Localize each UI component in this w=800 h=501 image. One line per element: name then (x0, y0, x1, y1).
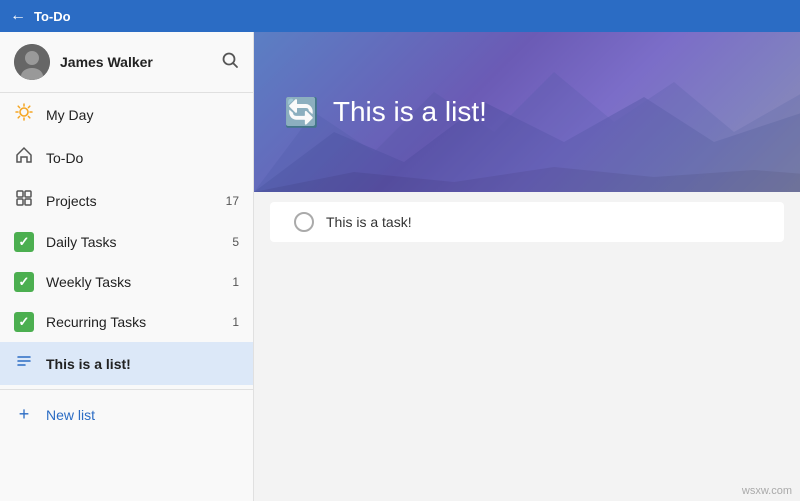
sidebar-item-projects-badge: 17 (226, 194, 239, 208)
sidebar-item-recurring-tasks-label: Recurring Tasks (46, 314, 220, 330)
user-name: James Walker (60, 54, 211, 70)
search-icon[interactable] (221, 51, 239, 74)
list-icon (14, 352, 34, 375)
sidebar-item-to-do[interactable]: To-Do (0, 136, 253, 179)
sidebar: James Walker (0, 32, 254, 501)
content-area: 🔄 This is a list! This is a task! (254, 32, 800, 501)
sidebar-item-projects[interactable]: Projects 17 (0, 179, 253, 222)
title-bar: ← To-Do (0, 0, 800, 32)
home-icon (14, 146, 34, 169)
grid-icon (14, 189, 34, 212)
daily-tasks-check-icon (14, 232, 34, 252)
sidebar-item-my-day[interactable]: My Day (0, 93, 253, 136)
weekly-tasks-check-icon (14, 272, 34, 292)
watermark: wsxw.com (742, 485, 792, 497)
app-title: To-Do (34, 9, 71, 24)
sidebar-item-daily-tasks-label: Daily Tasks (46, 234, 220, 250)
sidebar-item-weekly-tasks-label: Weekly Tasks (46, 274, 220, 290)
sidebar-item-recurring-tasks-badge: 1 (232, 315, 239, 329)
sun-icon (14, 103, 34, 126)
sidebar-item-weekly-tasks-badge: 1 (232, 275, 239, 289)
plus-icon: + (14, 404, 34, 425)
task-complete-circle[interactable] (294, 212, 314, 232)
new-list-label: New list (46, 407, 95, 423)
sidebar-item-my-day-label: My Day (46, 107, 239, 123)
task-text: This is a task! (326, 214, 412, 230)
list-header-emoji: 🔄 (284, 96, 319, 129)
user-row[interactable]: James Walker (0, 32, 253, 93)
content-header: 🔄 This is a list! (254, 32, 800, 192)
sidebar-item-this-is-a-list[interactable]: This is a list! (0, 342, 253, 385)
sidebar-item-daily-tasks-badge: 5 (232, 235, 239, 249)
sidebar-item-to-do-label: To-Do (46, 150, 239, 166)
content-header-title: This is a list! (333, 96, 487, 128)
tasks-area: This is a task! (254, 192, 800, 501)
recurring-tasks-check-icon (14, 312, 34, 332)
sidebar-item-recurring-tasks[interactable]: Recurring Tasks 1 (0, 302, 253, 342)
sidebar-item-this-is-a-list-label: This is a list! (46, 356, 239, 372)
main-layout: James Walker (0, 32, 800, 501)
avatar (14, 44, 50, 80)
sidebar-item-weekly-tasks[interactable]: Weekly Tasks 1 (0, 262, 253, 302)
new-list-button[interactable]: + New list (0, 394, 253, 435)
sidebar-item-daily-tasks[interactable]: Daily Tasks 5 (0, 222, 253, 262)
task-item[interactable]: This is a task! (270, 202, 784, 242)
sidebar-item-projects-label: Projects (46, 193, 214, 209)
back-icon[interactable]: ← (10, 7, 26, 25)
sidebar-divider (0, 389, 253, 390)
